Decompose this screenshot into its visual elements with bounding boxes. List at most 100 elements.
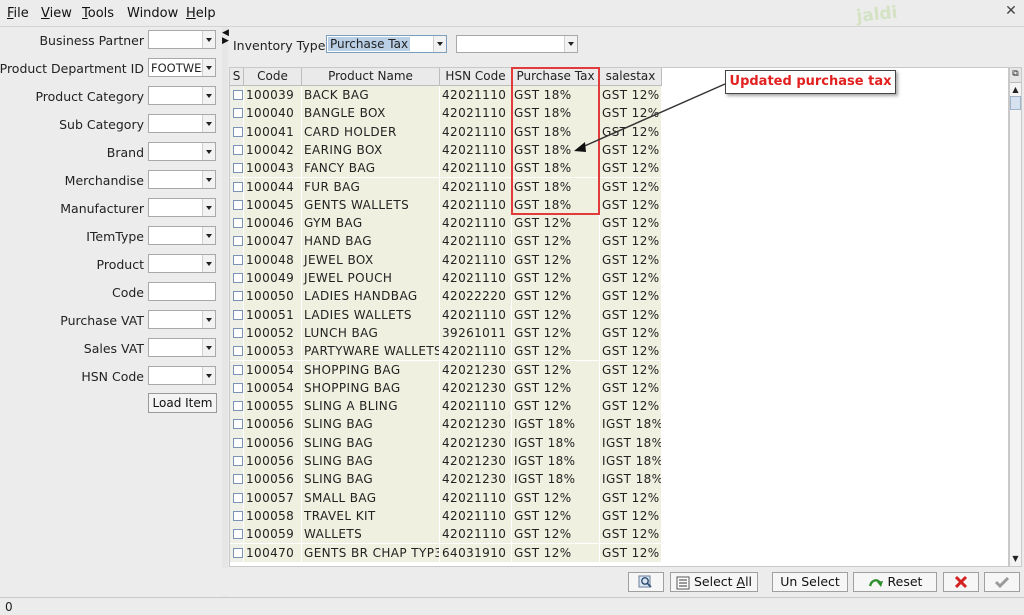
row-checkbox[interactable] xyxy=(233,474,243,485)
row-checkbox[interactable] xyxy=(233,163,243,174)
row-checkbox[interactable] xyxy=(233,492,243,503)
table-row[interactable]: 100056 SLING BAG 42021230 IGST 18% IGST 18% xyxy=(230,452,662,471)
chevron-down-icon[interactable] xyxy=(202,227,215,244)
column-header[interactable]: salestax xyxy=(600,68,662,86)
load-item-button[interactable]: Load Item xyxy=(148,393,217,413)
row-checkbox[interactable] xyxy=(233,547,243,558)
collapse-arrows-icon[interactable]: ◀ ▶ xyxy=(222,29,229,46)
chevron-down-icon[interactable] xyxy=(202,367,215,384)
row-checkbox[interactable] xyxy=(233,529,243,540)
row-checkbox[interactable] xyxy=(233,419,243,430)
table-row[interactable]: 100053 PARTYWARE WALLETS 42021110 GST 12% GS… xyxy=(230,342,662,361)
chevron-down-icon[interactable] xyxy=(202,171,215,188)
window-close-icon[interactable]: ✕ xyxy=(1004,4,1018,18)
panel-splitter[interactable]: ◀ ▶ xyxy=(222,27,229,597)
grid-vertical-scrollbar[interactable]: ⧉ ▲ ▼ xyxy=(1009,67,1022,567)
row-checkbox[interactable] xyxy=(233,236,243,247)
column-header[interactable]: Product Name xyxy=(302,68,440,86)
chevron-down-icon[interactable] xyxy=(564,36,577,52)
chevron-down-icon[interactable] xyxy=(202,143,215,160)
row-checkbox[interactable] xyxy=(233,144,243,155)
chevron-down-icon[interactable] xyxy=(202,31,215,48)
row-checkbox[interactable] xyxy=(233,126,243,137)
column-menu-icon[interactable]: ⧉ xyxy=(1010,68,1021,83)
filter-select[interactable] xyxy=(148,142,216,161)
row-checkbox[interactable] xyxy=(233,309,243,320)
chevron-down-icon[interactable] xyxy=(202,87,215,104)
reset-button[interactable]: Reset xyxy=(853,572,937,592)
menu-help[interactable]: Help xyxy=(186,6,216,21)
table-row[interactable]: 100054 SHOPPING BAG 42021230 GST 12% GST 12% xyxy=(230,360,662,379)
row-checkbox[interactable] xyxy=(233,199,243,210)
chevron-down-icon[interactable] xyxy=(202,255,215,272)
table-cell-code: 100052 xyxy=(244,323,302,343)
row-checkbox[interactable] xyxy=(233,437,243,448)
unselect-button[interactable]: Un Select xyxy=(772,572,848,592)
table-row[interactable]: 100055 SLING A BLING 42021110 GST 12% GST 12… xyxy=(230,397,662,416)
menu-tools[interactable]: Tools xyxy=(82,6,114,21)
scroll-up-icon[interactable]: ▲ xyxy=(1010,83,1021,97)
row-checkbox[interactable] xyxy=(233,382,243,393)
row-checkbox[interactable] xyxy=(233,327,243,338)
row-checkbox[interactable] xyxy=(233,456,243,466)
table-row[interactable]: 100057 SMALL BAG 42021110 GST 12% GST 12% xyxy=(230,488,662,507)
zoom-button[interactable] xyxy=(628,572,664,592)
row-checkbox[interactable] xyxy=(233,273,243,283)
menu-file[interactable]: File xyxy=(7,6,29,21)
table-row[interactable]: 100049 JEWEL POUCH 42021110 GST 12% GST 12% xyxy=(230,269,662,288)
select-all-button[interactable]: Select All xyxy=(670,572,758,592)
table-row[interactable]: 100058 TRAVEL KIT 42021110 GST 12% GST 12% xyxy=(230,506,662,526)
filter-select[interactable] xyxy=(148,226,216,245)
row-checkbox[interactable] xyxy=(233,90,243,100)
filter-select[interactable] xyxy=(148,338,216,357)
row-checkbox[interactable] xyxy=(233,291,243,302)
row-checkbox[interactable] xyxy=(233,401,243,412)
table-row[interactable]: 100050 LADIES HANDBAG 42022220 GST 12% GST 1… xyxy=(230,287,662,306)
filter-select[interactable] xyxy=(148,114,216,133)
row-checkbox[interactable] xyxy=(233,364,243,375)
table-row[interactable]: 100056 SLING BAG 42021230 IGST 18% IGST 18% xyxy=(230,433,662,452)
inventory-value-select[interactable] xyxy=(456,35,578,53)
table-row[interactable]: 100054 SHOPPING BAG 42021230 GST 12% GST 12% xyxy=(230,378,662,398)
filter-select[interactable] xyxy=(148,86,216,105)
inventory-type-select[interactable]: Purchase Tax xyxy=(326,35,447,53)
filter-select[interactable] xyxy=(148,366,216,385)
chevron-down-icon[interactable] xyxy=(433,36,446,52)
row-checkbox[interactable] xyxy=(233,218,243,229)
row-checkbox[interactable] xyxy=(233,181,243,192)
table-row[interactable]: 100051 LADIES WALLETS 42021110 GST 12% GST 1… xyxy=(230,305,662,324)
filter-text-input[interactable] xyxy=(148,282,216,301)
menu-window[interactable]: Window xyxy=(127,6,178,21)
filter-select[interactable] xyxy=(148,198,216,217)
table-row[interactable]: 100046 GYM BAG 42021110 GST 12% GST 12% xyxy=(230,214,662,233)
cancel-button[interactable] xyxy=(943,572,979,592)
filter-select[interactable] xyxy=(148,310,216,329)
table-row[interactable]: 100059 WALLETS 42021110 GST 12% GST 12% xyxy=(230,525,662,544)
chevron-down-icon[interactable] xyxy=(202,339,215,356)
filter-select[interactable] xyxy=(148,254,216,273)
table-row[interactable]: 100048 JEWEL BOX 42021110 GST 12% GST 12% xyxy=(230,250,662,269)
column-header[interactable]: S xyxy=(230,68,244,86)
row-checkbox[interactable] xyxy=(233,108,243,119)
chevron-down-icon[interactable] xyxy=(202,115,215,132)
scroll-down-icon[interactable]: ▼ xyxy=(1010,552,1021,566)
menu-view[interactable]: View xyxy=(41,6,72,21)
table-row[interactable]: 100052 LUNCH BAG 39261011 GST 12% GST 12% xyxy=(230,323,662,343)
table-row[interactable]: 100470 GENTS BR CHAP TYP3 64031910 GST 12% G… xyxy=(230,543,662,562)
ok-button[interactable] xyxy=(984,572,1020,592)
chevron-down-icon[interactable] xyxy=(202,59,215,76)
chevron-down-icon[interactable] xyxy=(202,199,215,216)
chevron-down-icon[interactable] xyxy=(202,311,215,328)
filter-select[interactable]: FOOTWEAR xyxy=(148,58,216,77)
filter-select[interactable] xyxy=(148,170,216,189)
column-header[interactable]: HSN Code xyxy=(440,68,512,86)
table-row[interactable]: 100047 HAND BAG 42021110 GST 12% GST 12% xyxy=(230,232,662,251)
table-row[interactable]: 100056 SLING BAG 42021230 IGST 18% IGST 18% xyxy=(230,470,662,489)
scroll-thumb[interactable] xyxy=(1010,96,1021,110)
row-checkbox[interactable] xyxy=(233,510,243,521)
column-header[interactable]: Code xyxy=(244,68,302,86)
table-row[interactable]: 100056 SLING BAG 42021230 IGST 18% IGST 18% xyxy=(230,415,662,434)
row-checkbox[interactable] xyxy=(233,254,243,265)
row-checkbox[interactable] xyxy=(233,346,243,357)
filter-select[interactable] xyxy=(148,30,216,49)
